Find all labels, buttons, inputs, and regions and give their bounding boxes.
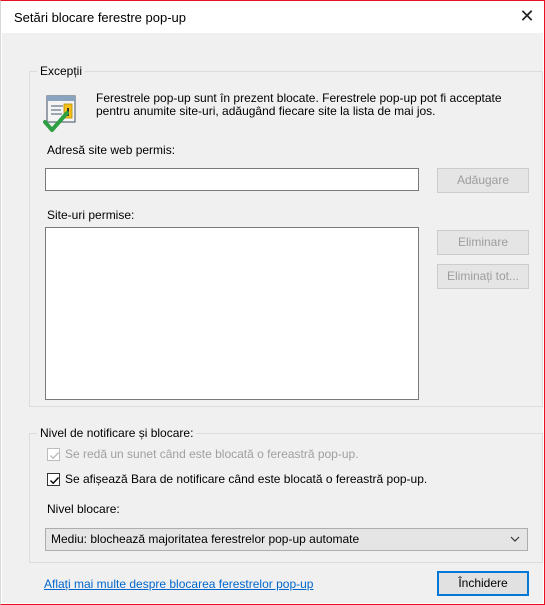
sound-checkbox-label: Se redă un sunet când este blocată o fer… (65, 447, 359, 461)
blocking-level-select[interactable]: Mediu: blochează majoritatea ferestrelor… (45, 528, 528, 551)
sound-checkbox[interactable] (47, 448, 60, 461)
remove-button[interactable]: Eliminare (437, 230, 529, 255)
notification-bar-checkbox-label: Se afișează Bara de notificare când este… (65, 472, 428, 486)
info-text: Ferestrele pop-up sunt în prezent blocat… (96, 91, 502, 118)
allowed-sites-list[interactable] (45, 227, 419, 400)
close-icon[interactable]: ✕ (516, 5, 538, 27)
blocking-level-label: Nivel blocare: (47, 502, 120, 516)
notification-legend: Nivel de notificare și blocare: (37, 426, 197, 440)
popup-blocker-settings-dialog: Setări blocare ferestre pop-up ✕ Excepți… (0, 0, 545, 605)
title-bar: Setări blocare ferestre pop-up ✕ (1, 1, 544, 33)
dialog-title: Setări blocare ferestre pop-up (14, 10, 186, 25)
info-checkmark-icon: ! (43, 94, 79, 134)
add-button[interactable]: Adăugare (437, 168, 529, 193)
chevron-down-icon (509, 529, 521, 550)
remove-all-button[interactable]: Eliminați tot... (437, 264, 529, 289)
exceptions-legend: Excepții (37, 64, 86, 78)
blocking-level-value: Mediu: blochează majoritatea ferestrelor… (51, 532, 360, 546)
address-label: Adresă site web permis: (47, 143, 176, 157)
allowed-sites-label: Site-uri permise: (47, 208, 135, 222)
close-button[interactable]: Închidere (437, 571, 529, 596)
learn-more-link[interactable]: Aflați mai multe despre blocarea ferestr… (44, 577, 313, 591)
address-input[interactable] (45, 168, 419, 191)
notification-bar-checkbox[interactable] (47, 473, 60, 486)
